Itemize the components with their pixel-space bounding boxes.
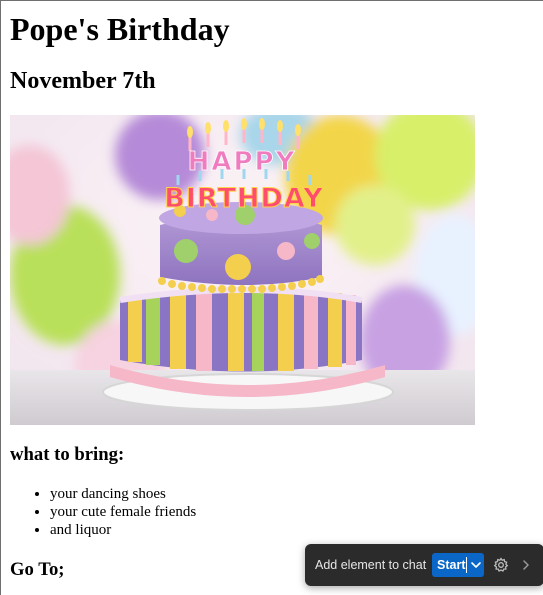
list-item: your dancing shoes <box>50 485 196 503</box>
bring-list: your dancing shoes your cute female frie… <box>10 485 196 539</box>
what-to-bring-heading: what to bring: <box>10 444 125 465</box>
list-item: your cute female friends <box>50 503 196 521</box>
go-to-heading: Go To; <box>10 559 65 580</box>
birthday-candle-letters: BIRTHDAY <box>164 183 324 214</box>
page-title: Pope's Birthday <box>10 11 230 47</box>
list-item: and liquor <box>50 521 196 539</box>
start-button-divider <box>466 557 467 573</box>
event-date: November 7th <box>10 68 156 94</box>
toolbar-label: Add element to chat <box>315 558 427 572</box>
chevron-down-icon[interactable] <box>469 558 483 572</box>
add-element-to-chat-toolbar: Add element to chat Start <box>305 544 543 586</box>
start-button[interactable]: Start <box>432 553 484 577</box>
chevron-right-icon[interactable] <box>520 558 532 572</box>
birthday-cake-image: HAPPY BIRTHDAY <box>10 115 475 425</box>
happy-candle-letters: HAPPY <box>188 147 297 177</box>
gear-icon[interactable] <box>493 557 509 573</box>
start-button-label: Start <box>437 558 466 572</box>
